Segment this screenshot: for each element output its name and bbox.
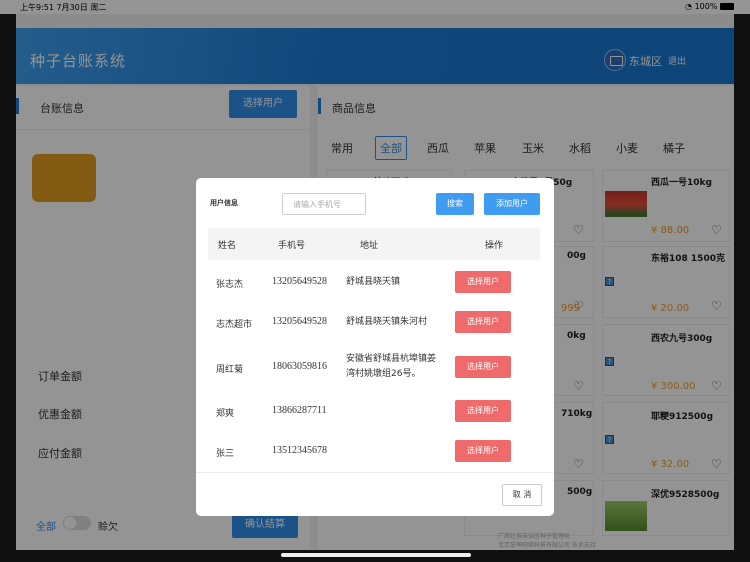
cancel-button[interactable]: 取 消: [502, 484, 542, 506]
user-phone: 13205649528: [272, 276, 327, 287]
col-address: 地址: [360, 241, 379, 251]
home-indicator: [281, 553, 471, 557]
table-header: 姓名 手机号 地址 操作: [208, 228, 540, 260]
select-user-button[interactable]: 选择用户: [455, 400, 511, 422]
table-row: 张三 13512345678 选择用户: [196, 440, 554, 470]
dialog-footer-divider: [196, 472, 554, 473]
user-name: 张志杰: [216, 280, 244, 290]
select-user-button[interactable]: 选择用户: [455, 311, 511, 333]
user-phone: 13205649528: [272, 316, 327, 327]
col-phone: 手机号: [278, 241, 306, 251]
user-address: 安徽省舒城县杭埠镇姜湾村姚墩组26号。: [346, 354, 437, 379]
phone-search-input[interactable]: [282, 193, 366, 215]
user-name: 志杰超市: [216, 320, 253, 330]
add-user-button[interactable]: 添加用户: [484, 193, 540, 215]
user-phone: 13512345678: [272, 445, 327, 456]
user-select-dialog: 用户信息 搜索 添加用户 姓名 手机号 地址 操作 张志杰 1320564952…: [196, 178, 554, 516]
user-name: 张三: [216, 449, 235, 459]
user-name: 郑爽: [216, 409, 235, 419]
user-address: 舒城县晓天镇朱河村: [346, 317, 428, 327]
select-user-button[interactable]: 选择用户: [455, 440, 511, 462]
col-name: 姓名: [218, 241, 237, 251]
col-action: 操作: [485, 241, 504, 251]
table-row: 张志杰 13205649528 舒城县晓天镇 选择用户: [196, 271, 554, 301]
user-address: 舒城县晓天镇: [346, 277, 401, 287]
search-button[interactable]: 搜索: [436, 193, 474, 215]
dialog-title: 用户信息: [210, 199, 238, 207]
user-phone: 18063059816: [272, 361, 327, 372]
table-row: 周红菊 18063059816 安徽省舒城县杭埠镇姜湾村姚墩组26号。 选择用户: [196, 350, 554, 390]
user-name: 周红菊: [216, 365, 244, 375]
table-row: 志杰超市 13205649528 舒城县晓天镇朱河村 选择用户: [196, 311, 554, 341]
select-user-button[interactable]: 选择用户: [455, 356, 511, 378]
table-row: 郑爽 13866287711 选择用户: [196, 400, 554, 430]
select-user-button[interactable]: 选择用户: [455, 271, 511, 293]
user-phone: 13866287711: [272, 405, 327, 416]
